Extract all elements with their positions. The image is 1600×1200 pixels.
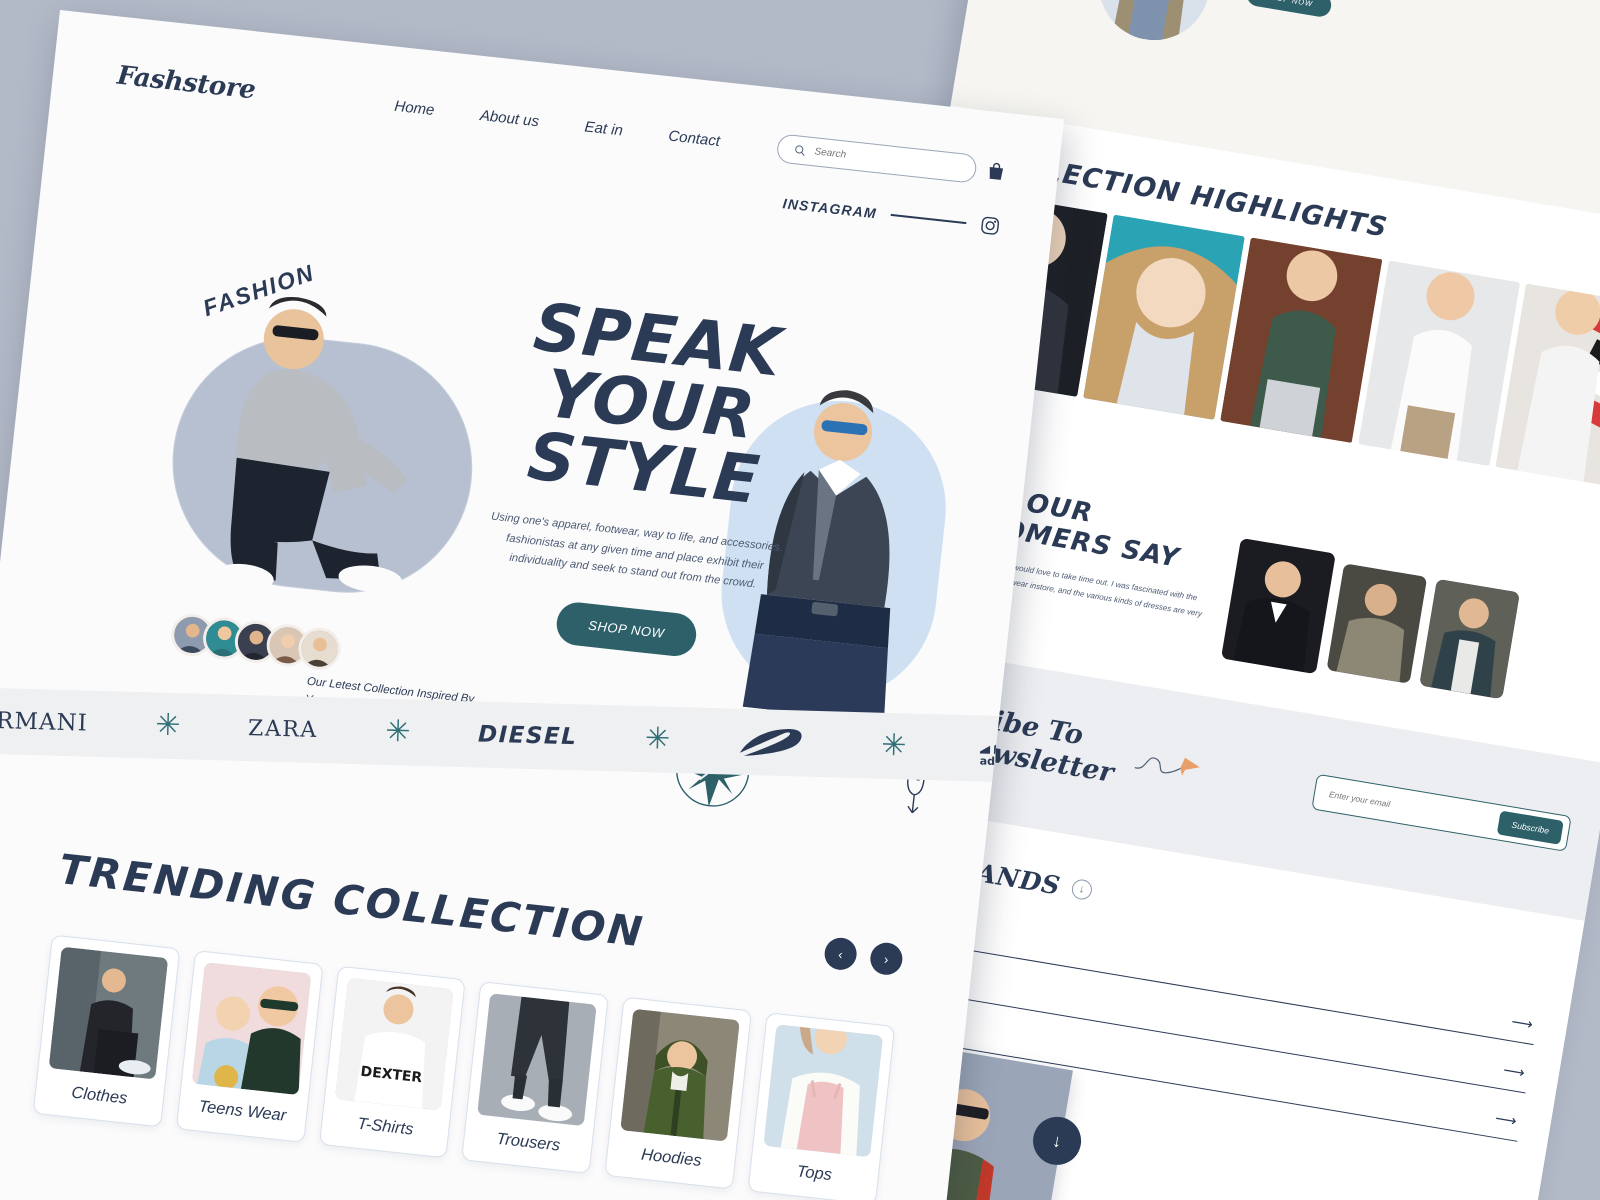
brand-logo-armani[interactable]: ARMANI [0,708,88,737]
winter-shop-now-button[interactable]: SHOP NOW [1245,0,1333,19]
category-card-trousers[interactable]: Trousers [461,981,610,1175]
category-card-clothes[interactable]: Clothes [32,934,181,1128]
nike-swoosh-icon [739,729,802,756]
winter-hero-images [976,0,1241,49]
category-card-hoodies[interactable]: Hoodies [604,996,753,1190]
paper-plane-doodle-icon [1134,757,1200,776]
hero-paragraph: Using one's apparel, footwear, way to li… [490,510,784,591]
instagram-rule [890,213,967,225]
hero-copy: SPEAK YOUR STYLE Using one's apparel, fo… [391,283,895,676]
nav-item-home[interactable]: Home [394,97,436,118]
highlight-image-4[interactable] [1357,260,1520,466]
nav-item-contact[interactable]: Contact [668,127,721,149]
winter-model-photo-2 [1090,0,1235,49]
brand-separator-star-icon: ✳ [880,728,907,763]
download-circle-icon[interactable]: ↓ [1070,878,1094,902]
category-card-list: Clothes Teens Wear DEXTER T-Shirts Trous… [32,934,896,1200]
trending-prev-button[interactable]: ‹ [822,936,859,972]
presentation-stage: Winter Collection 2022 The collection fe… [0,0,1600,1200]
brand-arrow-icon[interactable]: ⟶ [1510,1012,1534,1033]
category-card-t-shirts[interactable]: DEXTER T-Shirts [318,965,467,1159]
testimonial-photo-1[interactable] [1220,537,1336,675]
nav-item-eat-in[interactable]: Eat in [584,118,624,139]
brand-arrow-icon[interactable]: ⟶ [1502,1060,1526,1081]
trending-title: TRENDING COLLECTION [56,845,647,957]
trending-collection-section: TRENDING COLLECTION ‹ › Clothes Teens We… [0,835,974,1200]
brand-logo-diesel[interactable]: DIESEL [478,721,578,750]
category-image [191,962,312,1096]
subscribe-button[interactable]: Subscribe [1496,810,1564,846]
trending-next-button[interactable]: › [868,941,904,977]
brand-separator-star-icon: ✳ [644,722,671,756]
testimonial-avatars [1220,524,1524,705]
category-image [620,1008,741,1142]
brand-separator-star-icon: ✳ [384,714,411,749]
instagram-icon[interactable] [979,215,1001,237]
category-card-tops[interactable]: Tops [747,1012,896,1200]
testimonial-photo-2[interactable] [1326,563,1428,684]
nav-item-about-us[interactable]: About us [479,107,540,130]
brand-logo-zara[interactable]: ZARA [248,716,318,743]
brand-arrow-icon[interactable]: ⟶ [1494,1109,1518,1130]
search-icon [795,144,805,156]
brand-separator-star-icon: ✳ [154,708,181,743]
newsletter-email-input[interactable] [1328,789,1500,828]
category-image [763,1024,883,1158]
highlight-image-2[interactable] [1083,214,1246,420]
highlight-image-3[interactable] [1220,237,1383,443]
brand-logo-nike[interactable] [737,727,814,759]
winter-hero-copy: Winter Collection 2022 The collection fe… [1245,0,1600,79]
customer-avatars [169,611,343,672]
newsletter-form: Subscribe [1311,774,1572,853]
category-image [48,946,169,1080]
category-image [477,993,598,1127]
category-image: DEXTER [334,977,455,1111]
shopping-bag-icon[interactable] [985,160,1007,182]
category-card-teens-wear[interactable]: Teens Wear [175,950,324,1143]
testimonial-photo-3[interactable] [1419,578,1520,700]
front-page-panel: Fashstore Home About us Eat in Contact S… [0,10,1065,1200]
hero-title-line2: STYLE [524,417,764,520]
hero-shop-now-button[interactable]: SHOP NOW [554,600,699,659]
